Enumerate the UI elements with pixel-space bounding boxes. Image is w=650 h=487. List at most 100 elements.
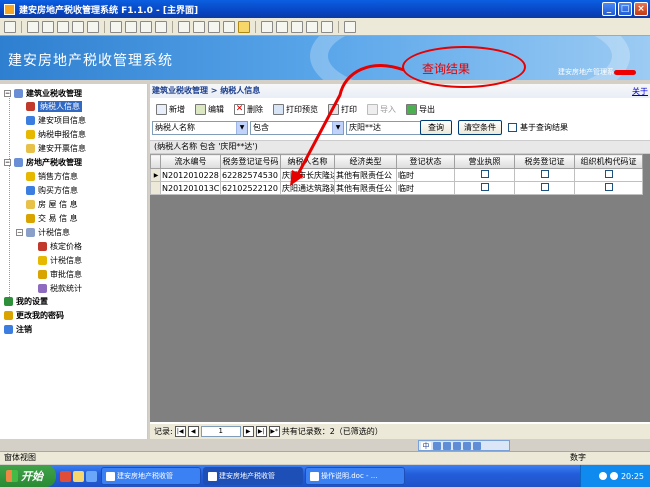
- tree-item-tax-statistics[interactable]: 税款统计: [38, 282, 82, 295]
- ime-help-icon[interactable]: [473, 441, 481, 450]
- first-record-icon[interactable]: |◀: [174, 426, 186, 437]
- column-header[interactable]: [150, 154, 161, 169]
- taskbar-item[interactable]: 操作说明.doc - ...: [305, 467, 405, 485]
- base-on-result-checkbox[interactable]: [508, 123, 517, 132]
- taskbar-item-active[interactable]: 建安房地产税收管: [203, 467, 303, 485]
- query-button[interactable]: 查询: [420, 120, 452, 135]
- ime-fullwidth-icon[interactable]: [443, 441, 451, 450]
- ime-mode-icon[interactable]: 中: [421, 441, 431, 450]
- export-button[interactable]: 导出: [402, 101, 439, 117]
- cell-status[interactable]: 临时: [396, 168, 455, 182]
- cell-status[interactable]: 临时: [396, 181, 455, 195]
- table-row[interactable]: ▶ N2012010228 62282574530 庆阳市长庆隆达 其他有限责任…: [150, 168, 643, 182]
- cell-org-code[interactable]: [574, 168, 643, 182]
- filter-by-selection-icon[interactable]: [208, 20, 220, 33]
- spell-check-icon[interactable]: [87, 20, 99, 33]
- filter-field-select[interactable]: 纳税人名称 ▼: [152, 121, 248, 135]
- collapse-icon[interactable]: −: [16, 229, 23, 236]
- tree-item-declaration-info[interactable]: 纳税申报信息: [26, 128, 86, 141]
- ime-punctuation-icon[interactable]: [433, 441, 441, 450]
- tax-certificate-checkbox[interactable]: [541, 183, 549, 191]
- ime-settings-icon[interactable]: [463, 441, 471, 450]
- column-header[interactable]: 登记状态: [396, 154, 455, 169]
- tree-item-change-password[interactable]: 更改我的密码: [4, 309, 64, 322]
- current-row-indicator-icon[interactable]: ▶: [150, 168, 161, 182]
- cell-tax-no[interactable]: 62282574530: [220, 168, 281, 182]
- row-selector[interactable]: [150, 181, 161, 195]
- previous-record-icon[interactable]: ◀: [187, 426, 199, 437]
- table-row[interactable]: N201201013C 62102522120 庆阳通达筑路建 其他有限责任公 …: [150, 181, 643, 195]
- tray-icon[interactable]: [598, 472, 607, 480]
- ime-keyboard-icon[interactable]: [453, 441, 461, 450]
- tree-item-tax-info[interactable]: 计税信息: [38, 254, 82, 267]
- record-number-input[interactable]: 1: [200, 426, 241, 437]
- cell-serial-no[interactable]: N2012010228: [160, 168, 221, 182]
- database-window-icon[interactable]: [306, 20, 318, 33]
- print-icon[interactable]: [57, 20, 69, 33]
- org-code-checkbox[interactable]: [605, 183, 613, 191]
- tree-group-tax-calc[interactable]: − 计税信息: [16, 226, 70, 239]
- print-button[interactable]: 打印: [324, 101, 361, 117]
- chevron-down-icon[interactable]: ▼: [236, 122, 247, 134]
- tree-item-taxpayer-info[interactable]: 纳税人信息: [26, 100, 82, 113]
- cut-icon[interactable]: [110, 20, 122, 33]
- sort-ascending-icon[interactable]: [178, 20, 190, 33]
- cell-economic-type[interactable]: 其他有限责任公: [334, 181, 397, 195]
- taskbar-item[interactable]: 建安房地产税收管: [101, 467, 201, 485]
- column-header[interactable]: 税务登记证: [514, 154, 575, 169]
- print-preview-button[interactable]: 打印预览: [269, 101, 322, 117]
- org-code-checkbox[interactable]: [605, 170, 613, 178]
- new-record-icon[interactable]: [276, 20, 288, 33]
- quick-launch-icon[interactable]: [60, 470, 71, 482]
- business-license-checkbox[interactable]: [481, 170, 489, 178]
- tree-group-real-estate[interactable]: − 房地产税收管理: [4, 156, 82, 169]
- cell-taxpayer-name[interactable]: 庆阳通达筑路建: [280, 181, 335, 195]
- tree-item-my-settings[interactable]: 我的设置: [4, 295, 48, 308]
- column-header[interactable]: 营业执照: [454, 154, 515, 169]
- quick-launch-icon[interactable]: [86, 470, 97, 482]
- ime-toolbar[interactable]: 中: [418, 440, 510, 451]
- quick-launch-icon[interactable]: [73, 470, 84, 482]
- new-record-icon[interactable]: ▶*: [268, 426, 280, 437]
- print-preview-icon[interactable]: [72, 20, 84, 33]
- next-record-icon[interactable]: ▶: [242, 426, 254, 437]
- new-object-icon[interactable]: [321, 20, 333, 33]
- sort-descending-icon[interactable]: [193, 20, 205, 33]
- undo-icon[interactable]: [155, 20, 167, 33]
- paste-icon[interactable]: [140, 20, 152, 33]
- cell-economic-type[interactable]: 其他有限责任公: [334, 168, 397, 182]
- last-record-icon[interactable]: ▶|: [255, 426, 267, 437]
- filter-operator-select[interactable]: 包含 ▼: [250, 121, 344, 135]
- filter-by-form-icon[interactable]: [223, 20, 235, 33]
- edit-button[interactable]: 编辑: [191, 101, 228, 117]
- tree-item-transaction-info[interactable]: 交 易 信 息: [26, 212, 78, 225]
- save-icon[interactable]: [27, 20, 39, 33]
- start-button[interactable]: 开始: [0, 465, 56, 487]
- tree-item-invoice-info[interactable]: 建安开票信息: [26, 142, 86, 155]
- tree-item-project-info[interactable]: 建安项目信息: [26, 114, 86, 127]
- clear-conditions-button[interactable]: 清空条件: [458, 120, 502, 135]
- cell-tax-no[interactable]: 62102522120: [220, 181, 281, 195]
- close-button[interactable]: ×: [634, 2, 648, 16]
- design-view-icon[interactable]: [4, 20, 16, 33]
- copy-icon[interactable]: [125, 20, 137, 33]
- column-header[interactable]: 组织机构代码证: [574, 154, 643, 169]
- cell-serial-no[interactable]: N201201013C: [160, 181, 221, 195]
- search-icon[interactable]: [42, 20, 54, 33]
- tree-item-approved-price[interactable]: 核定价格: [38, 240, 82, 253]
- tax-certificate-checkbox[interactable]: [541, 170, 549, 178]
- tray-icon[interactable]: [609, 472, 618, 480]
- cell-business-license[interactable]: [454, 181, 515, 195]
- find-icon[interactable]: [261, 20, 273, 33]
- filter-value-input[interactable]: 庆阳**达: [346, 121, 422, 135]
- cell-business-license[interactable]: [454, 168, 515, 182]
- import-button[interactable]: 导入: [363, 101, 400, 117]
- tree-item-approval-info[interactable]: 审批信息: [38, 268, 82, 281]
- cell-tax-certificate[interactable]: [514, 168, 575, 182]
- tree-item-house-info[interactable]: 房 屋 信 息: [26, 198, 78, 211]
- about-link[interactable]: 关于: [632, 86, 648, 97]
- collapse-icon[interactable]: −: [4, 90, 11, 97]
- add-button[interactable]: 新增: [152, 101, 189, 117]
- delete-button[interactable]: ✕ 删除: [230, 101, 267, 117]
- column-header[interactable]: 流水编号: [160, 154, 221, 169]
